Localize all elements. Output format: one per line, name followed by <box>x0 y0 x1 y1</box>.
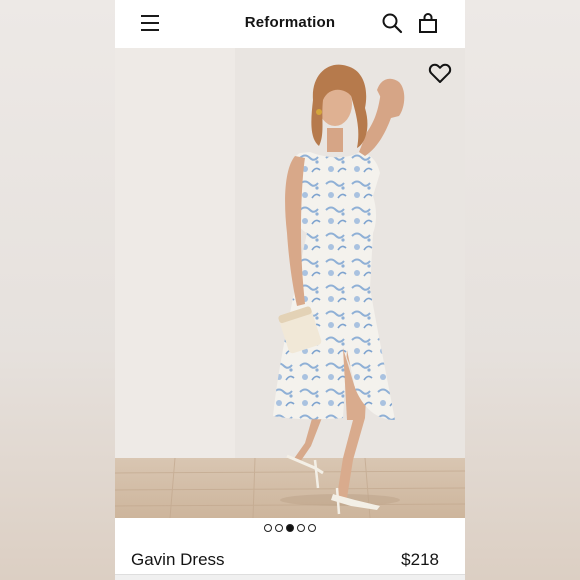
product-image[interactable] <box>115 48 465 518</box>
carousel-dot[interactable] <box>308 524 316 532</box>
search-icon[interactable] <box>381 12 403 34</box>
carousel-indicator <box>115 524 465 534</box>
product-name: Gavin Dress <box>131 550 225 569</box>
heart-outline-icon[interactable] <box>428 62 452 84</box>
next-section-edge <box>115 574 465 580</box>
background-blur-right <box>465 0 580 580</box>
carousel-dot[interactable] <box>297 524 305 532</box>
top-navigation-bar: Reformation <box>115 0 465 48</box>
carousel-dot-active[interactable] <box>286 524 294 532</box>
product-screen: Reformation Gavin Dress $218 <box>115 0 465 580</box>
shopping-bag-icon[interactable] <box>417 12 439 34</box>
brand-logo[interactable]: Reformation <box>115 14 465 31</box>
background-blur-left <box>0 0 115 580</box>
carousel-dot[interactable] <box>275 524 283 532</box>
model-photo-illustration <box>115 48 465 518</box>
carousel-dot[interactable] <box>264 524 272 532</box>
product-price: $218 <box>401 550 439 569</box>
